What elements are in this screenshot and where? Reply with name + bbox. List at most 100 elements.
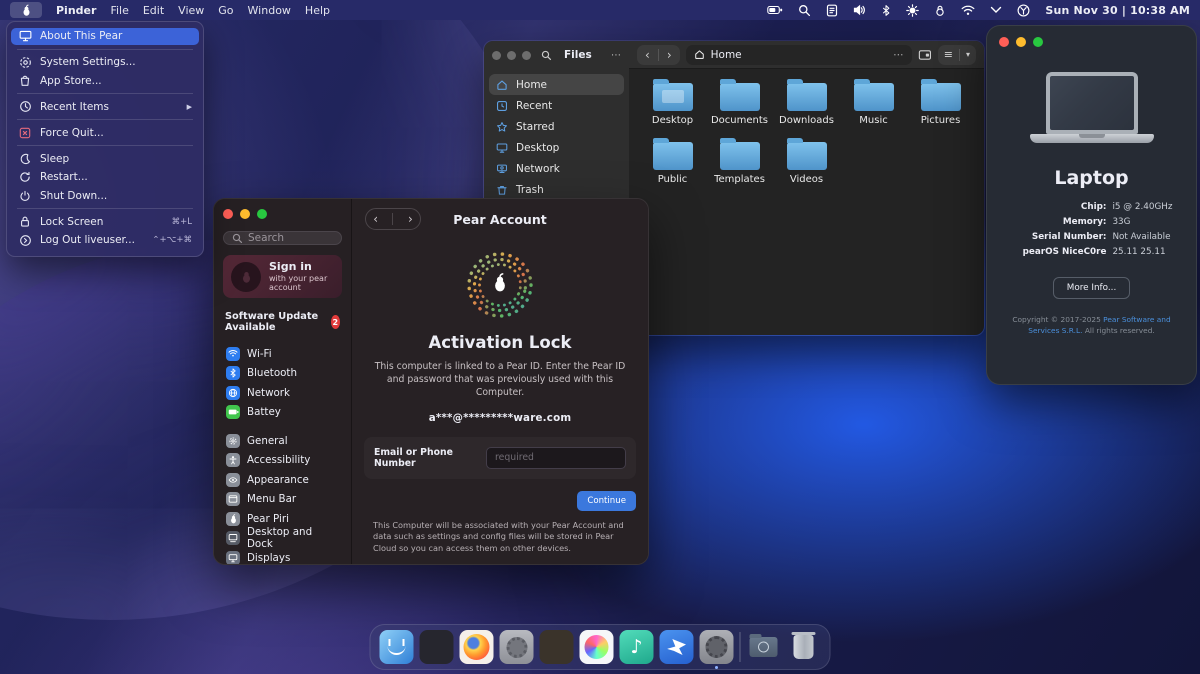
- menu-item-lock-screen[interactable]: Lock Screen ⌘+L: [11, 213, 199, 230]
- forward-button[interactable]: ›: [667, 48, 672, 62]
- back-button[interactable]: ‹: [373, 212, 378, 226]
- menu-item-shut-down[interactable]: Shut Down...: [11, 187, 199, 204]
- menu-window[interactable]: Window: [248, 4, 291, 17]
- trash-icon[interactable]: [787, 630, 821, 664]
- forward-button[interactable]: ›: [408, 212, 413, 226]
- sidebar-item-trash[interactable]: Trash: [489, 179, 624, 200]
- chevron-down-icon[interactable]: [990, 6, 1002, 14]
- settings-item-appearance[interactable]: Appearance: [223, 470, 342, 490]
- wifi-icon[interactable]: [961, 5, 975, 16]
- folder-templates[interactable]: Templates: [706, 140, 773, 185]
- maximize-button[interactable]: [522, 51, 531, 60]
- folder-documents[interactable]: Documents: [706, 81, 773, 126]
- folder-grid: Desktop Documents Downloads Music Pictur…: [629, 69, 984, 197]
- settings-item-wifi[interactable]: Wi-Fi: [223, 344, 342, 364]
- menu-item-log-out[interactable]: Log Out liveuser... ⌃+⌥+⌘: [11, 232, 199, 249]
- close-button[interactable]: [223, 209, 233, 219]
- search-icon[interactable]: [541, 50, 552, 61]
- menu-item-about-this-pear[interactable]: About This Pear: [11, 28, 199, 45]
- calculator-icon[interactable]: [540, 630, 574, 664]
- email-field[interactable]: [486, 447, 626, 469]
- firefox-icon[interactable]: [460, 630, 494, 664]
- folder-pictures[interactable]: Pictures: [907, 81, 974, 126]
- volume-icon[interactable]: [853, 4, 866, 16]
- sign-in-panel[interactable]: Sign in with your pear account: [223, 255, 342, 298]
- home-icon: [496, 79, 508, 91]
- menubar-clock[interactable]: Sun Nov 30 | 10:38 AM: [1045, 4, 1190, 17]
- system-settings-icon[interactable]: [700, 630, 734, 664]
- control-center-icon[interactable]: [1017, 4, 1030, 17]
- menu-item-system-settings[interactable]: System Settings...: [11, 54, 199, 71]
- sidebar-item-recent[interactable]: Recent: [489, 95, 624, 116]
- pear-dropdown-menu: About This Pear System Settings... App S…: [6, 21, 204, 257]
- desktop-dock-icon: [226, 531, 240, 545]
- search-icon[interactable]: [798, 4, 811, 17]
- software-update-row[interactable]: Software Update Available 2: [223, 311, 342, 333]
- minimize-button[interactable]: [1016, 37, 1026, 47]
- settings-item-displays[interactable]: Displays: [223, 548, 342, 565]
- menu-item-force-quit[interactable]: Force Quit...: [11, 124, 199, 141]
- launchpad-icon[interactable]: [420, 630, 454, 664]
- menu-file[interactable]: File: [110, 4, 128, 17]
- folder-desktop[interactable]: Desktop: [639, 81, 706, 126]
- menu-go[interactable]: Go: [218, 4, 233, 17]
- folder-icon: [854, 83, 894, 111]
- back-button[interactable]: ‹: [645, 48, 650, 62]
- menu-item-sleep[interactable]: Sleep: [11, 150, 199, 167]
- search-input[interactable]: [248, 232, 333, 244]
- settings-search[interactable]: [223, 231, 342, 245]
- path-options-icon[interactable]: ⋯: [893, 49, 904, 61]
- network-icon: [496, 163, 508, 175]
- lock-icon[interactable]: [934, 4, 946, 17]
- folder-videos[interactable]: Videos: [773, 140, 840, 185]
- settings-item-menu-bar[interactable]: Menu Bar: [223, 490, 342, 510]
- menu-item-recent-items[interactable]: Recent Items ▶: [11, 98, 199, 115]
- minimize-button[interactable]: [240, 209, 250, 219]
- minimize-button[interactable]: [507, 51, 516, 60]
- continue-button[interactable]: Continue: [577, 491, 636, 511]
- settings-item-bluetooth[interactable]: Bluetooth: [223, 364, 342, 384]
- settings-item-accessibility[interactable]: Accessibility: [223, 451, 342, 471]
- view-dropdown-icon[interactable]: ▾: [966, 50, 970, 59]
- photos-icon[interactable]: [580, 630, 614, 664]
- sidebar-item-network[interactable]: Network: [489, 158, 624, 179]
- more-options-icon[interactable]: ⋯: [611, 50, 621, 61]
- maximize-button[interactable]: [1033, 37, 1043, 47]
- menu-view[interactable]: View: [178, 4, 204, 17]
- brightness-icon[interactable]: [906, 4, 919, 17]
- wheel-app-icon[interactable]: [500, 630, 534, 664]
- path-bar[interactable]: Home ⋯: [686, 45, 912, 65]
- sidebar-item-desktop[interactable]: Desktop: [489, 137, 624, 158]
- settings-item-desktop-and-dock[interactable]: Desktop and Dock: [223, 529, 342, 549]
- files-folder-icon[interactable]: [747, 630, 781, 664]
- folder-downloads[interactable]: Downloads: [773, 81, 840, 126]
- battery-icon[interactable]: [767, 4, 783, 16]
- menu-separator: [17, 49, 193, 50]
- menu-help[interactable]: Help: [305, 4, 330, 17]
- divider: [658, 49, 659, 61]
- close-button[interactable]: [492, 51, 501, 60]
- close-button[interactable]: [999, 37, 1009, 47]
- menu-edit[interactable]: Edit: [143, 4, 164, 17]
- music-icon[interactable]: ♪: [620, 630, 654, 664]
- pear-menu-button[interactable]: [10, 2, 42, 18]
- maximize-button[interactable]: [257, 209, 267, 219]
- pear-piri-icon[interactable]: [660, 630, 694, 664]
- sidebar-item-home[interactable]: Home: [489, 74, 624, 95]
- list-view-icon[interactable]: ≡: [944, 48, 953, 61]
- settings-item-general[interactable]: General: [223, 431, 342, 451]
- bluetooth-icon[interactable]: [881, 4, 891, 17]
- more-info-button[interactable]: More Info...: [1053, 277, 1131, 299]
- menu-item-restart[interactable]: Restart...: [11, 169, 199, 186]
- menu-item-app-store[interactable]: App Store...: [11, 72, 199, 89]
- shortcut-label: ⌘+L: [172, 217, 192, 227]
- folder-public[interactable]: Public: [639, 140, 706, 185]
- sidebar-item-starred[interactable]: Starred: [489, 116, 624, 137]
- clipboard-icon[interactable]: [826, 4, 838, 17]
- finder-icon[interactable]: [380, 630, 414, 664]
- settings-item-network[interactable]: Network: [223, 383, 342, 403]
- folder-music[interactable]: Music: [840, 81, 907, 126]
- new-tab-icon[interactable]: [918, 49, 932, 61]
- active-app-name[interactable]: Pinder: [56, 4, 96, 17]
- settings-item-battery[interactable]: Battey: [223, 403, 342, 423]
